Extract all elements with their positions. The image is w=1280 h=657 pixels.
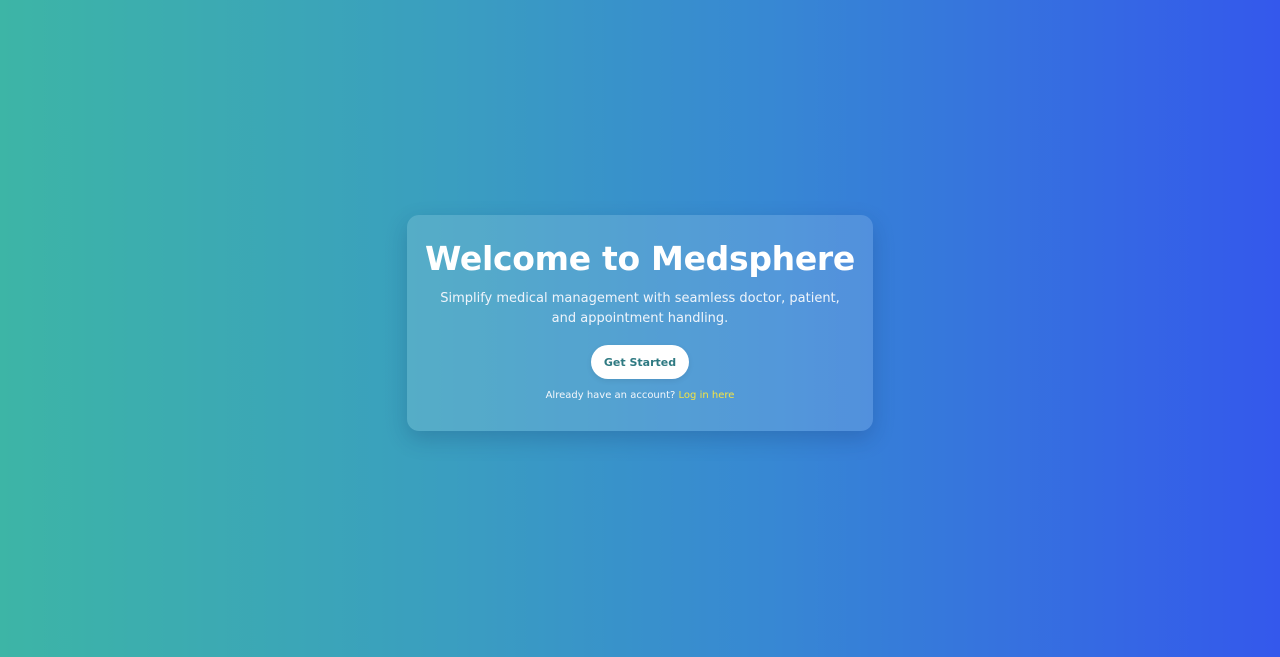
welcome-card: Welcome to Medsphere Simplify medical ma…	[407, 215, 873, 431]
hero-subtitle: Simplify medical management with seamles…	[437, 289, 843, 328]
login-prompt: Already have an account? Log in here	[407, 389, 873, 403]
login-link[interactable]: Log in here	[679, 390, 735, 401]
hero-subtitle-line-1: Simplify medical management with seamles…	[440, 291, 840, 306]
login-prompt-text: Already have an account?	[545, 390, 676, 401]
hero-subtitle-line-2: and appointment handling.	[551, 310, 729, 326]
get-started-button[interactable]: Get Started	[591, 345, 689, 379]
page-title: Welcome to Medsphere	[425, 239, 855, 278]
